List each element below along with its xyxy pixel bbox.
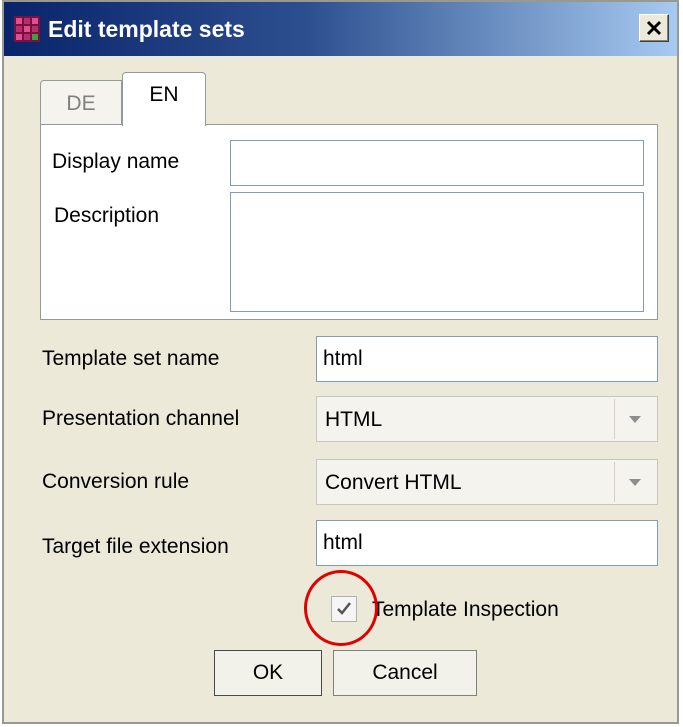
display-name-label: Display name — [52, 150, 180, 173]
target-file-extension-label: Target file extension — [42, 535, 229, 558]
cancel-button[interactable]: Cancel — [333, 650, 477, 696]
display-name-field[interactable] — [230, 140, 644, 186]
dialog-title: Edit template sets — [48, 16, 245, 42]
template-set-name-field[interactable] — [316, 336, 658, 382]
tab-en[interactable]: EN — [122, 72, 206, 126]
target-file-extension-field[interactable] — [316, 520, 658, 566]
title-bar[interactable]: Edit template sets — [4, 2, 677, 56]
description-label: Description — [54, 204, 160, 227]
tab-de[interactable]: DE — [40, 80, 122, 124]
chevron-down-icon[interactable] — [614, 399, 655, 439]
conversion-rule-select[interactable]: Convert HTML — [316, 459, 658, 505]
conversion-rule-value: Convert HTML — [325, 471, 462, 494]
ok-button[interactable]: OK — [214, 650, 322, 696]
close-button[interactable] — [639, 14, 669, 42]
presentation-channel-label: Presentation channel — [42, 407, 240, 430]
presentation-channel-select[interactable]: HTML — [316, 396, 658, 442]
chevron-down-icon[interactable] — [614, 462, 655, 502]
conversion-rule-label: Conversion rule — [42, 470, 190, 493]
template-inspection-label[interactable]: Template Inspection — [372, 598, 559, 622]
template-inspection-checkbox[interactable] — [331, 596, 357, 622]
template-app-icon — [14, 16, 40, 42]
template-set-name-label: Template set name — [42, 347, 220, 370]
description-field[interactable] — [230, 192, 644, 312]
presentation-channel-value: HTML — [325, 408, 383, 431]
dialog-window: Edit template sets DE EN Display name De… — [2, 0, 679, 724]
